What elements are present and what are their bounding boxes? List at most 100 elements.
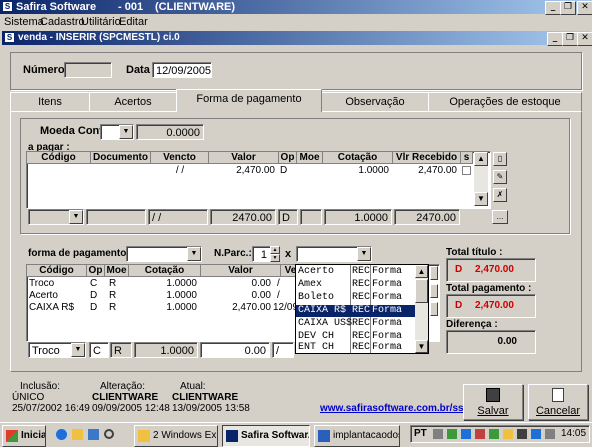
col-header-op[interactable]: Op (87, 265, 105, 277)
cancel-button[interactable]: Cancelar (528, 384, 588, 420)
row-checkbox[interactable] (462, 166, 471, 175)
volume-icon[interactable] (545, 429, 555, 439)
new-payment-icon[interactable] (430, 266, 438, 280)
tab-observacao[interactable]: Observação (321, 92, 429, 111)
search-icon[interactable] (104, 429, 114, 439)
vertical-scrollbar[interactable]: ▲ ▼ (474, 152, 488, 206)
tab-forma-pagamento[interactable]: Forma de pagamento (176, 89, 322, 112)
apagar-edit-op[interactable]: D (278, 209, 298, 225)
chevron-down-icon[interactable]: ▼ (119, 125, 133, 139)
tab-acertos[interactable]: Acertos (89, 92, 177, 111)
apagar-edit-cotacao[interactable]: 1.0000 (324, 209, 392, 225)
tray-icon[interactable] (517, 429, 527, 439)
forma-dropdown-list[interactable]: Acerto REC Forma Amex REC Forma Boleto R… (295, 264, 429, 354)
chevron-down-icon[interactable]: ▼ (69, 210, 83, 224)
payment-edit-valor[interactable]: 0.00 (200, 342, 270, 358)
ellipsis-button[interactable]: ... (492, 210, 508, 224)
col-header-codigo[interactable]: Código (27, 152, 91, 164)
spin-up-icon[interactable]: ▲ (270, 246, 280, 254)
scroll-thumb[interactable] (415, 279, 428, 303)
child-close-icon[interactable]: ✕ (577, 32, 592, 46)
col-header-op[interactable]: Op (279, 152, 297, 164)
tab-itens[interactable]: Itens (10, 92, 90, 111)
table-row[interactable]: / / 2,470.00 D 1.0000 2,470.00 (27, 165, 473, 177)
dropdown-item[interactable]: Acerto REC Forma (296, 266, 416, 278)
delete-document-icon[interactable]: ✗ (493, 188, 507, 202)
chevron-down-icon[interactable]: ▼ (71, 343, 85, 357)
payment-edit-moe[interactable]: R (110, 342, 132, 358)
apagar-edit-vencto[interactable]: / / (148, 209, 208, 225)
tray-icon[interactable] (447, 429, 457, 439)
delete-payment-icon[interactable] (430, 302, 438, 316)
col-header-cotacao[interactable]: Cotação (323, 152, 393, 164)
child-minimize-icon[interactable]: _ (547, 32, 563, 46)
tab-operacoes-estoque[interactable]: Operações de estoque (428, 92, 582, 111)
col-header-valor[interactable]: Valor (209, 152, 279, 164)
tray-icon[interactable] (475, 429, 485, 439)
nparc-spinner[interactable]: ▲ ▼ (270, 246, 280, 262)
edit-payment-icon[interactable] (430, 284, 438, 298)
col-header-codigo[interactable]: Código (27, 265, 87, 277)
tray-icon[interactable] (433, 429, 443, 439)
menu-editar[interactable]: Editar (119, 15, 148, 29)
data-field[interactable]: 12/09/2005 (152, 62, 212, 78)
col-header-moe[interactable]: Moe (105, 265, 129, 277)
scroll-down-icon[interactable]: ▼ (474, 192, 488, 206)
scroll-up-icon[interactable]: ▲ (415, 265, 428, 278)
table-row[interactable]: Acerto D R 1.0000 0.00 / (27, 290, 301, 302)
payment-edit-vencto[interactable]: / (272, 342, 294, 358)
dropdown-scrollbar[interactable]: ▲ ▼ (415, 265, 428, 353)
col-header-vlr-recebido[interactable]: Vlr Recebido (393, 152, 461, 164)
payment-edit-cotacao[interactable]: 1.0000 (134, 342, 198, 358)
outlook-icon[interactable] (72, 429, 83, 440)
dropdown-item[interactable]: Amex REC Forma (296, 279, 416, 291)
tray-icon[interactable] (503, 429, 513, 439)
a-pagar-grid[interactable]: Código Documento Vencto Valor Op Moe Cot… (26, 151, 491, 209)
chevron-down-icon[interactable]: ▼ (187, 247, 201, 261)
spin-down-icon[interactable]: ▼ (270, 254, 280, 262)
chevron-down-icon[interactable]: ▼ (357, 247, 371, 261)
menu-cadastro[interactable]: Cadastro (40, 15, 85, 29)
numero-field[interactable] (64, 62, 112, 78)
apagar-edit-moe[interactable] (300, 209, 322, 225)
col-header-documento[interactable]: Documento (91, 152, 151, 164)
close-icon[interactable]: ✕ (577, 1, 592, 15)
desktop-icon[interactable] (88, 429, 99, 440)
apagar-edit-documento[interactable] (86, 209, 146, 225)
moeda-combo[interactable]: ▼ (100, 124, 134, 140)
restore-icon[interactable]: ❐ (560, 1, 576, 15)
col-header-cotacao[interactable]: Cotação (129, 265, 201, 277)
dropdown-item[interactable]: CAIXA US$ REC Forma (296, 318, 416, 330)
payment-edit-codigo[interactable]: Troco ▼ (28, 342, 86, 358)
apagar-edit-codigo[interactable]: ▼ (28, 209, 84, 225)
forma-pagamento-combo[interactable]: ▼ (126, 246, 202, 262)
child-restore-icon[interactable]: ❐ (562, 32, 578, 46)
tray-icon[interactable] (489, 429, 499, 439)
tray-icon[interactable] (531, 429, 541, 439)
x-combo[interactable]: ▼ (296, 246, 372, 262)
apagar-edit-vlr-recebido[interactable]: 2470.00 (394, 209, 460, 225)
menu-sistema[interactable]: Sistema (4, 15, 44, 29)
apagar-edit-valor[interactable]: 2470.00 (210, 209, 276, 225)
language-indicator[interactable]: PT (414, 428, 427, 439)
minimize-icon[interactable]: _ (545, 1, 561, 15)
save-button[interactable]: Salvar (463, 384, 523, 420)
edit-document-icon[interactable]: ✎ (493, 170, 507, 184)
col-header-valor[interactable]: Valor (201, 265, 281, 277)
tray-icon[interactable] (461, 429, 471, 439)
ie-icon[interactable] (56, 429, 67, 440)
dropdown-item[interactable]: ENT CH REC Forma (296, 342, 416, 353)
dropdown-item-selected[interactable]: CAIXA R$ REC Forma (296, 305, 416, 317)
new-document-icon[interactable]: ▯ (493, 152, 507, 166)
clock[interactable]: 14:05 (561, 428, 586, 439)
scroll-down-icon[interactable]: ▼ (415, 340, 428, 353)
scroll-up-icon[interactable]: ▲ (474, 152, 488, 166)
payment-edit-op[interactable]: C (89, 342, 109, 358)
website-link[interactable]: www.safirasoftware.com.br/ss (320, 403, 464, 414)
col-header-moe[interactable]: Moe (297, 152, 323, 164)
table-row[interactable]: CAIXA R$ D R 1.0000 2,470.00 12/09 (27, 302, 301, 314)
menu-utilitario[interactable]: Utilitário (81, 15, 121, 29)
col-header-s[interactable]: s (461, 152, 473, 164)
col-header-vencto[interactable]: Vencto (151, 152, 209, 164)
dropdown-item[interactable]: Boleto REC Forma (296, 292, 416, 304)
